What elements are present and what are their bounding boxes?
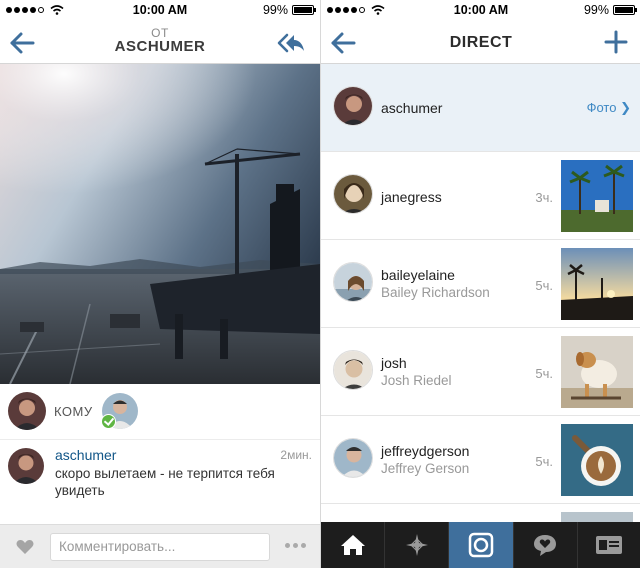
thread-time: 5ч. bbox=[535, 454, 553, 469]
thread-time: 5ч. bbox=[535, 278, 553, 293]
home-icon bbox=[340, 535, 365, 555]
nav-title: DIRECT bbox=[449, 34, 513, 51]
message-detail-screen: 10:00 AM 99% ОТ ASCHUMER КОМУ aschumer 2… bbox=[0, 0, 320, 568]
thread-row-jeffreydgerson[interactable]: jeffreydgerson Jeffrey Gerson 5ч. bbox=[321, 416, 640, 504]
status-bar: 10:00 AM 99% bbox=[0, 0, 320, 22]
battery-icon bbox=[613, 5, 637, 15]
thread-thumbnail[interactable] bbox=[561, 160, 633, 232]
thread-row-janegress[interactable]: janegress 3ч. bbox=[321, 152, 640, 240]
sender-avatar[interactable] bbox=[8, 392, 46, 430]
thread-thumbnail[interactable] bbox=[561, 248, 633, 320]
comment-username[interactable]: aschumer bbox=[55, 447, 116, 463]
recipients-label: КОМУ bbox=[54, 404, 93, 419]
battery-percent: 99% bbox=[262, 3, 288, 17]
thread-avatar bbox=[333, 174, 373, 214]
nav-bar: ОТ ASCHUMER bbox=[0, 22, 320, 64]
tab-profile[interactable] bbox=[578, 522, 640, 568]
more-options-icon[interactable] bbox=[285, 543, 306, 548]
camera-icon bbox=[468, 532, 494, 558]
thread-fullname: Josh Riedel bbox=[381, 373, 452, 388]
comment-time: 2мин. bbox=[280, 448, 312, 462]
comment-item: aschumer 2мин. скоро вылетаем - не терпи… bbox=[0, 440, 320, 510]
thread-thumbnail[interactable] bbox=[561, 424, 633, 496]
tab-bar bbox=[321, 522, 640, 568]
comment-avatar[interactable] bbox=[8, 448, 44, 484]
tab-explore[interactable] bbox=[385, 522, 450, 568]
thread-row-baileyelaine[interactable]: baileyelaine Bailey Richardson 5ч. bbox=[321, 240, 640, 328]
heart-icon[interactable] bbox=[16, 539, 34, 555]
thread-time: 3ч. bbox=[535, 190, 553, 205]
battery-icon bbox=[292, 5, 316, 15]
seen-check-icon bbox=[101, 414, 116, 429]
thread-username: josh bbox=[381, 355, 407, 371]
direct-inbox-screen: 10:00 AM 99% DIRECT aschumer Фото ❯ jane… bbox=[320, 0, 640, 568]
thread-row-josh[interactable]: josh Josh Riedel 5ч. bbox=[321, 328, 640, 416]
profile-icon bbox=[596, 536, 623, 554]
thread-username: aschumer bbox=[381, 100, 443, 116]
battery-indicator: 99% bbox=[583, 3, 637, 17]
plus-icon[interactable] bbox=[603, 29, 629, 55]
thread-avatar bbox=[333, 350, 373, 390]
activity-icon bbox=[534, 535, 557, 556]
comment-input[interactable]: Комментировать... bbox=[50, 533, 270, 561]
status-bar: 10:00 AM 99% bbox=[321, 0, 640, 22]
thread-username: jeffreydgerson bbox=[381, 443, 470, 459]
comment-bar: Комментировать... bbox=[0, 524, 320, 568]
thread-username: janegress bbox=[381, 189, 442, 205]
thread-time: 5ч. bbox=[535, 366, 553, 381]
thread-username: baileyelaine bbox=[381, 267, 455, 283]
tab-activity[interactable] bbox=[514, 522, 578, 568]
thread-fullname: Bailey Richardson bbox=[381, 285, 490, 300]
nav-title: ASCHUMER bbox=[114, 38, 206, 55]
thread-row-aschumer[interactable]: aschumer Фото ❯ bbox=[321, 64, 640, 152]
nav-bar: DIRECT bbox=[321, 22, 640, 64]
shared-photo[interactable] bbox=[0, 64, 320, 384]
thread-fullname: Jeffrey Gerson bbox=[381, 461, 470, 476]
explore-icon bbox=[405, 534, 428, 556]
thread-avatar bbox=[333, 262, 373, 302]
chevron-right-icon: ❯ bbox=[620, 100, 631, 115]
tab-home[interactable] bbox=[321, 522, 386, 568]
reply-all-icon[interactable] bbox=[276, 32, 306, 54]
thread-avatar bbox=[333, 438, 373, 478]
thread-photo-link[interactable]: Фото ❯ bbox=[587, 100, 631, 116]
comment-text: скоро вылетаем - не терпится тебя увидет… bbox=[55, 466, 275, 498]
battery-percent: 99% bbox=[583, 3, 609, 17]
thread-avatar bbox=[333, 86, 373, 126]
thread-thumbnail[interactable] bbox=[561, 336, 633, 408]
battery-indicator: 99% bbox=[262, 3, 316, 17]
tab-camera[interactable] bbox=[449, 522, 514, 568]
recipients-row: КОМУ bbox=[0, 384, 320, 440]
